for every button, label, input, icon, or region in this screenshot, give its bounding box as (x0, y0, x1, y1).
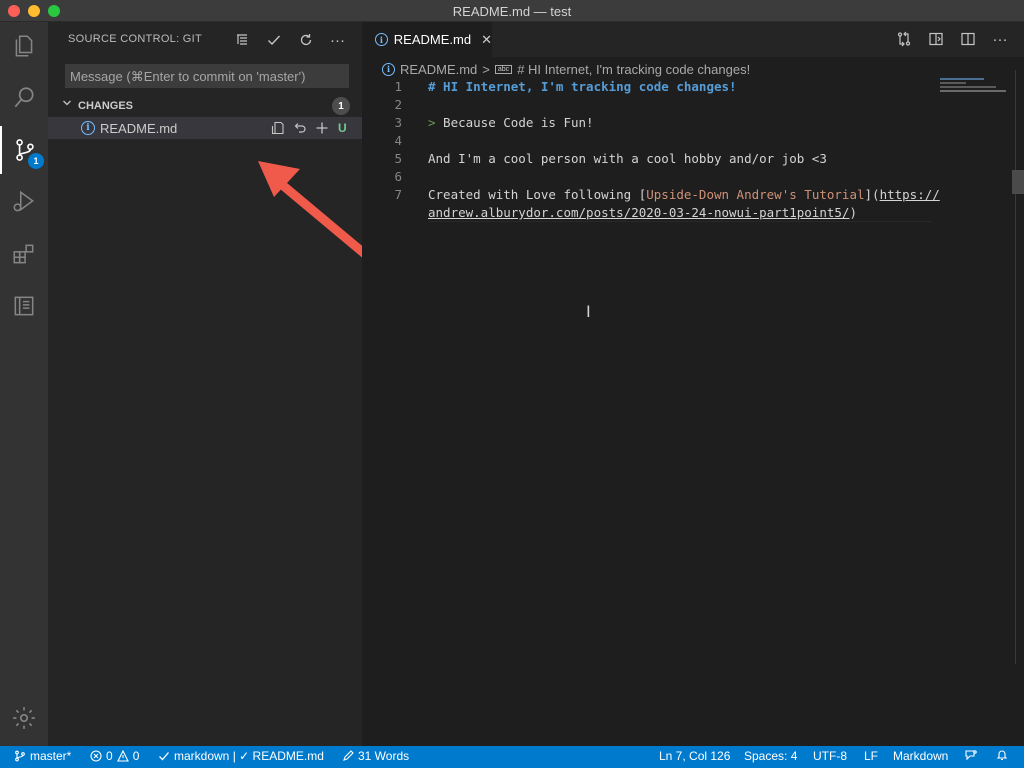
extensions-icon[interactable] (0, 230, 48, 278)
line-content: # HI Internet, I'm tracking code changes… (428, 79, 737, 94)
line-number: 5 (394, 151, 402, 166)
changed-file-row[interactable]: i README.md U (48, 117, 362, 139)
status-bar: master* 0 0 markdown | ✓ README.md 31 Wo… (0, 746, 1024, 768)
feedback-icon[interactable] (965, 749, 977, 761)
split-editor-icon[interactable] (958, 29, 978, 49)
explorer-icon[interactable] (0, 22, 48, 70)
commit-check-icon[interactable] (263, 30, 284, 50)
breadcrumb-symbol[interactable]: # HI Internet, I'm tracking code changes… (517, 62, 750, 77)
tab-readme[interactable]: i README.md ✕ (362, 22, 492, 57)
line-content: And I'm a cool person with a cool hobby … (428, 151, 827, 166)
line-number: 7 (394, 187, 402, 202)
code-line-current: 7 Created with Love following [Upside-Do… (362, 186, 1024, 222)
line-content: > Because Code is Fun! (428, 114, 594, 132)
more-actions-icon[interactable]: ··· (327, 30, 348, 50)
link-paren: ]( (864, 187, 880, 202)
code-line: 2 (362, 96, 1024, 114)
scroll-track (1015, 70, 1016, 664)
problems-status[interactable]: 0 0 (90, 749, 139, 763)
quote-text: Because Code is Fun! (435, 115, 594, 130)
window-title: README.md — test (452, 4, 572, 19)
link-text: Upside-Down Andrew's Tutorial (646, 187, 865, 202)
info-icon: i (375, 33, 388, 46)
source-control-badge: 1 (28, 153, 44, 169)
word-count-status[interactable]: 31 Words (342, 749, 409, 763)
open-preview-icon[interactable] (926, 29, 946, 49)
text-cursor-icon: I (586, 302, 591, 321)
cursor-position[interactable]: Ln 7, Col 126 (659, 749, 730, 763)
line-number: 2 (394, 97, 402, 112)
string-symbol-icon: abc (494, 64, 513, 74)
breadcrumb: i README.md > abc # HI Internet, I'm tra… (382, 60, 750, 78)
view-as-tree-icon[interactable] (231, 30, 252, 50)
tab-label: README.md (393, 32, 472, 47)
run-debug-icon[interactable] (0, 178, 48, 226)
changes-label: CHANGES (78, 100, 134, 112)
source-control-sidebar: SOURCE CONTROL: GIT ··· CHANGES 1 i READ… (48, 22, 362, 746)
scrollbar-thumb[interactable] (1012, 170, 1024, 194)
pencil-icon (343, 750, 354, 761)
code-line: 6 (362, 168, 1024, 186)
line-number: 6 (394, 169, 402, 184)
open-file-icon[interactable] (270, 120, 286, 136)
eol-status[interactable]: LF (864, 749, 878, 763)
link-url[interactable]: https:// (880, 187, 940, 202)
indentation-status[interactable]: Spaces: 4 (744, 749, 797, 763)
changed-file-name: README.md (100, 121, 178, 136)
source-control-icon[interactable]: 1 (0, 126, 48, 174)
branch-name: master* (30, 749, 72, 763)
lint-status[interactable]: markdown | ✓ README.md (158, 749, 324, 763)
changes-section-header[interactable]: CHANGES 1 (48, 95, 362, 117)
git-branch-icon (15, 750, 25, 762)
refresh-icon[interactable] (295, 30, 316, 50)
more-actions-icon[interactable]: ··· (990, 29, 1010, 49)
chevron-down-icon (62, 98, 72, 111)
code-line: 1 # HI Internet, I'm tracking code chang… (362, 78, 1024, 96)
activity-bar: 1 (0, 22, 48, 746)
discard-changes-icon[interactable] (292, 120, 308, 136)
untracked-status-badge: U (338, 121, 347, 135)
minimap[interactable] (940, 78, 1010, 118)
breadcrumb-separator: > (482, 61, 490, 77)
breadcrumb-file[interactable]: README.md (400, 62, 477, 77)
info-icon: i (382, 62, 395, 76)
line-prefix: Created with Love following [ (428, 187, 647, 202)
error-count: 0 (106, 749, 113, 763)
word-count: 31 Words (358, 749, 410, 763)
editor-area: i README.md ✕ ··· i README.md > abc # HI… (362, 22, 1024, 746)
quote-marker: > (428, 115, 436, 130)
editor-tabs: i README.md ✕ ··· (362, 22, 1024, 57)
current-line-highlight (428, 203, 932, 222)
commit-message-input[interactable] (65, 64, 349, 88)
branch-status[interactable]: master* (14, 749, 71, 763)
info-icon: i (81, 121, 95, 135)
sidebar-title: SOURCE CONTROL: GIT (68, 33, 203, 45)
check-icon (159, 752, 169, 761)
encoding-status[interactable]: UTF-8 (813, 749, 847, 763)
stage-changes-icon[interactable] (314, 120, 330, 136)
search-icon[interactable] (0, 74, 48, 122)
notebook-icon[interactable] (0, 282, 48, 330)
error-icon (90, 750, 102, 762)
language-mode[interactable]: Markdown (893, 749, 948, 763)
line-number: 1 (394, 79, 402, 94)
code-line: 5 And I'm a cool person with a cool hobb… (362, 150, 1024, 168)
close-tab-icon[interactable]: ✕ (481, 32, 492, 48)
title-bar: README.md — test (0, 0, 1024, 22)
warning-icon (116, 750, 129, 762)
notifications-bell-icon[interactable] (996, 749, 1008, 761)
code-line: 3 > Because Code is Fun! (362, 114, 1024, 132)
sidebar-header: SOURCE CONTROL: GIT ··· (48, 22, 362, 57)
line-number: 4 (394, 133, 402, 148)
warning-count: 0 (132, 749, 140, 763)
line-content: Created with Love following [Upside-Down… (428, 186, 940, 204)
lint-text: markdown | ✓ README.md (174, 749, 324, 763)
code-line: 4 (362, 132, 1024, 150)
gear-icon[interactable] (0, 694, 48, 742)
changes-count-badge: 1 (332, 97, 350, 115)
line-number: 3 (394, 115, 402, 130)
open-changes-icon[interactable] (894, 29, 914, 49)
